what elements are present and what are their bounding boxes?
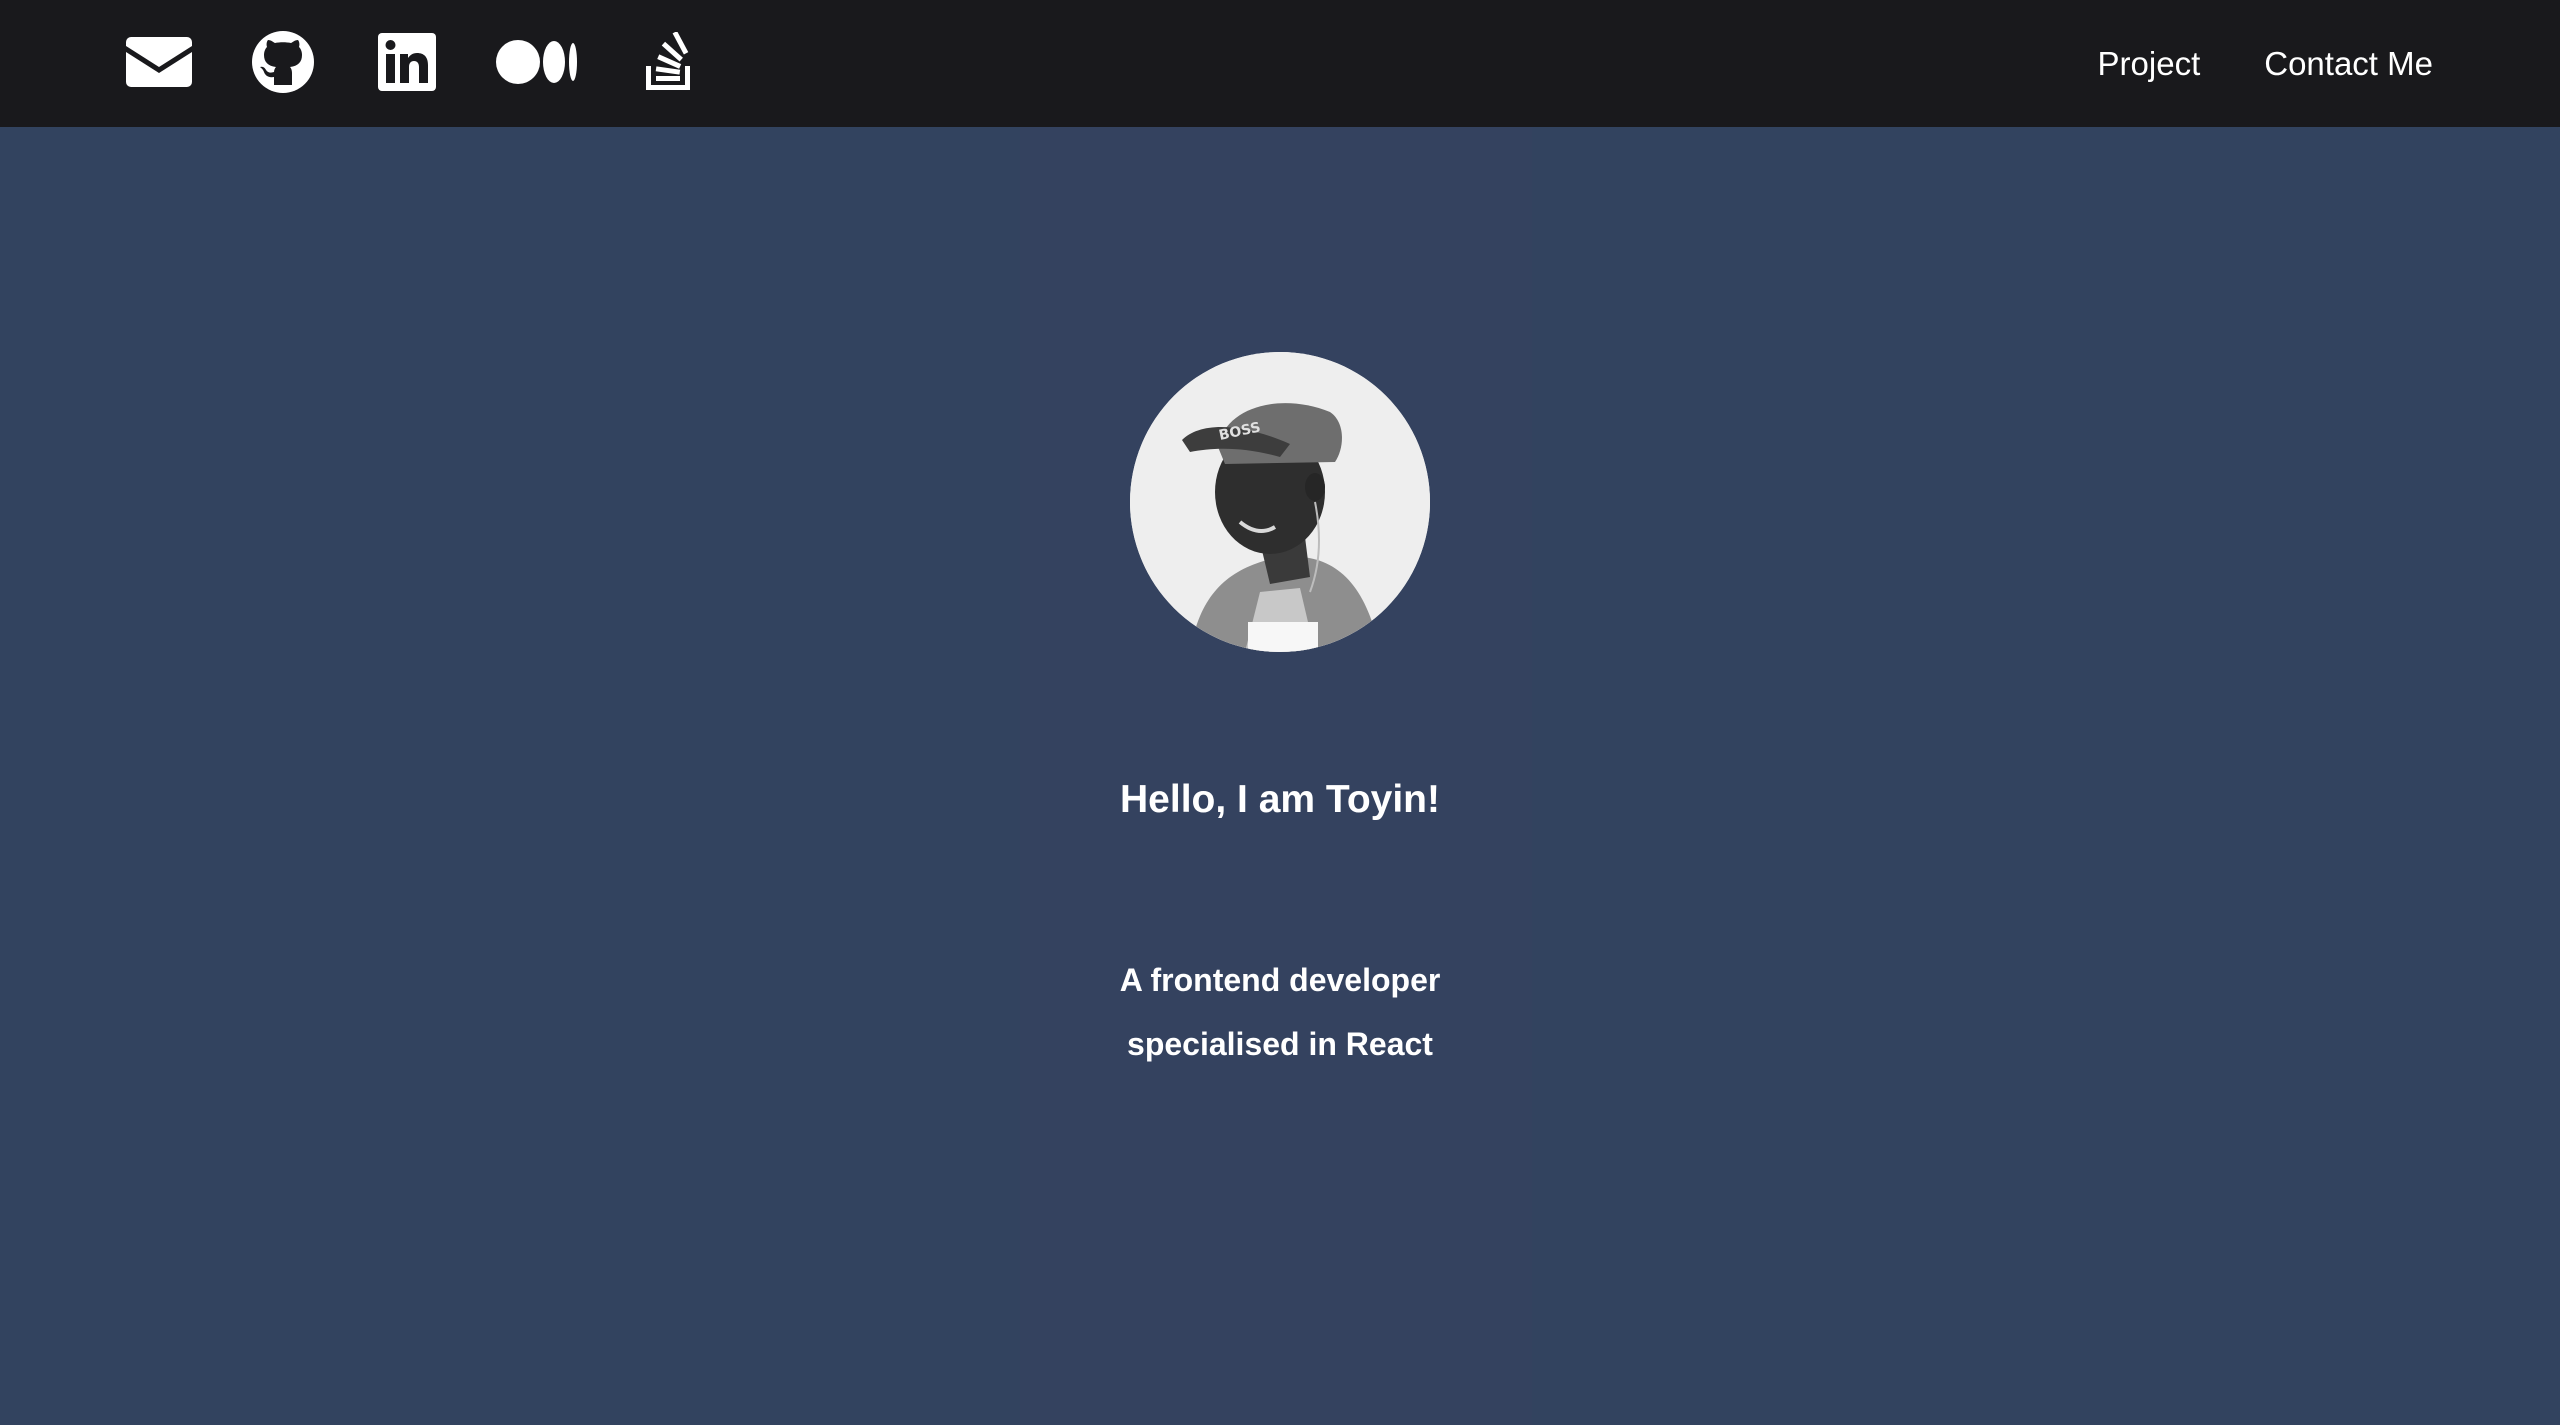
mail-icon[interactable] bbox=[126, 30, 192, 94]
hero-panel bbox=[1020, 127, 1532, 1425]
github-icon[interactable] bbox=[252, 30, 314, 94]
tagline-line-1: A frontend developer bbox=[1119, 962, 1441, 998]
stackoverflow-icon[interactable] bbox=[644, 30, 694, 94]
profile-avatar: BOSS bbox=[1130, 352, 1430, 652]
linkedin-icon[interactable] bbox=[378, 30, 436, 94]
medium-icon[interactable] bbox=[496, 30, 578, 94]
main-nav: Project Contact Me bbox=[2034, 0, 2433, 127]
nav-project-link[interactable]: Project bbox=[2098, 45, 2201, 83]
top-navbar: Project Contact Me bbox=[0, 0, 2560, 127]
greeting-heading: Hello, I am Toyin! bbox=[1120, 778, 1440, 821]
social-links bbox=[126, 30, 694, 94]
nav-contact-link[interactable]: Contact Me bbox=[2264, 45, 2433, 83]
tagline-line-2: specialised in React bbox=[1127, 1026, 1433, 1062]
